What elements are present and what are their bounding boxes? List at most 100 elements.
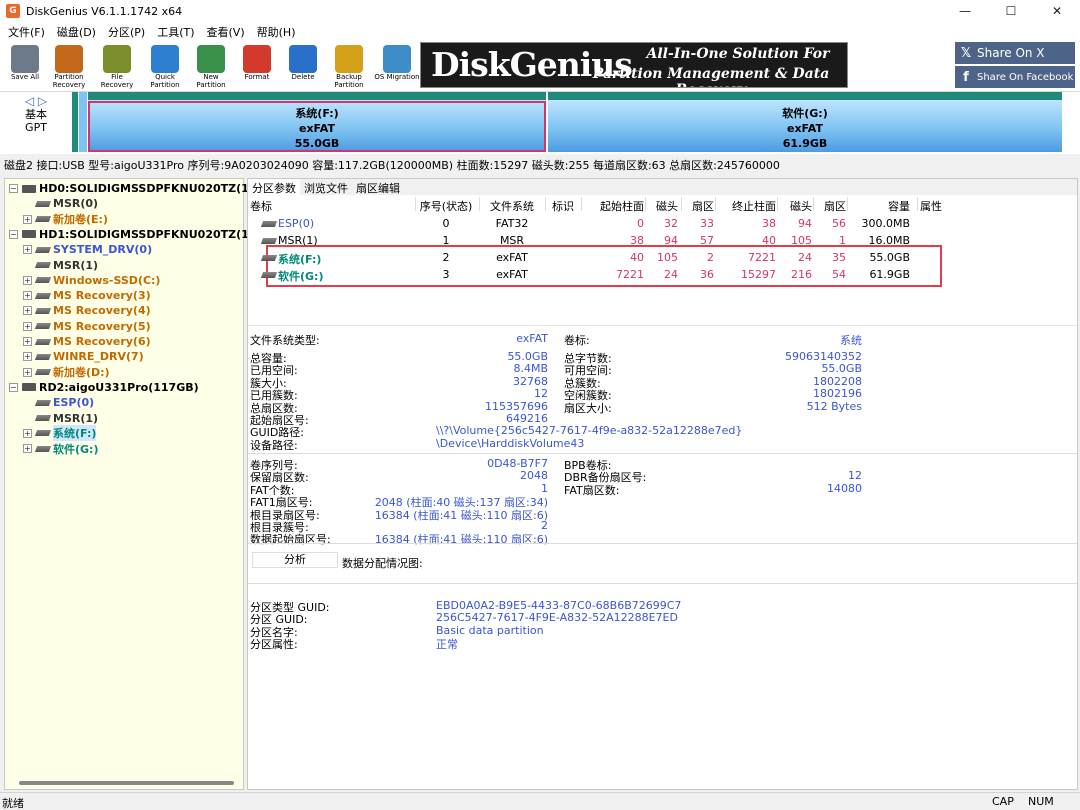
- menu-view[interactable]: 查看(V): [201, 24, 251, 40]
- toolbar-button-delete[interactable]: Delete: [280, 44, 326, 90]
- toolbar-button-backup-partition[interactable]: Backup Partition: [326, 44, 372, 90]
- tree-disk-node[interactable]: − RD2:aigoU331Pro(117GB): [9, 380, 199, 395]
- share-on-facebook-button[interactable]: f Share On Facebook: [955, 66, 1075, 88]
- maximize-button[interactable]: ☐: [988, 0, 1034, 22]
- column-header[interactable]: 属性: [920, 198, 950, 214]
- menu-file[interactable]: 文件(F): [2, 24, 51, 40]
- tree-partition-node[interactable]: MSR(1): [23, 258, 98, 273]
- tree-expand-toggle-icon[interactable]: +: [23, 214, 32, 224]
- tree-partition-node[interactable]: + SYSTEM_DRV(0): [23, 242, 152, 257]
- column-header[interactable]: 扇区: [816, 198, 846, 214]
- tree-partition-node[interactable]: + 系统(F:): [23, 425, 97, 442]
- toolbar-button-os-migration[interactable]: OS Migration: [374, 44, 420, 90]
- column-header[interactable]: 序号(状态): [418, 198, 474, 214]
- tree-partition-node[interactable]: + 软件(G:): [23, 441, 98, 456]
- tree-partition-node[interactable]: + MS Recovery(3): [23, 288, 151, 303]
- column-header[interactable]: 卷标: [250, 198, 272, 214]
- table-cell-fs: FAT32: [495, 217, 529, 230]
- tree-partition-node[interactable]: + MS Recovery(6): [23, 334, 151, 349]
- tree-node-label: MS Recovery(6): [53, 335, 151, 348]
- tree-expand-toggle-icon[interactable]: +: [23, 337, 32, 346]
- tree-partition-node[interactable]: + WINRE_DRV(7): [23, 349, 144, 364]
- tree-expand-toggle-icon[interactable]: +: [23, 321, 32, 331]
- tree-node-label: Windows-SSD(C:): [53, 273, 161, 287]
- tree-disk-node[interactable]: − HD0:SOLIDIGMSSDPFKNU020TZ(1908: [9, 181, 272, 196]
- column-divider: [545, 197, 546, 211]
- tree-horizontal-scrollbar[interactable]: [19, 781, 234, 785]
- table-cell-es: 1: [839, 234, 846, 247]
- table-cell-idx: 2: [442, 251, 450, 264]
- column-header[interactable]: 磁头: [648, 198, 678, 214]
- menu-disk[interactable]: 磁盘(D): [51, 24, 102, 40]
- close-button[interactable]: ✕: [1034, 0, 1080, 22]
- save-icon: [11, 45, 39, 73]
- table-cell-sc: 7221: [616, 268, 644, 281]
- tree-partition-node[interactable]: ESP(0): [23, 395, 94, 410]
- table-cell-name: ESP(0): [278, 217, 315, 230]
- tree-disk-node[interactable]: − HD1:SOLIDIGMSSDPFKNU020TZ(1908: [9, 227, 272, 242]
- tree-expand-toggle-icon[interactable]: +: [23, 275, 32, 285]
- tab-partition-params[interactable]: 分区参数: [248, 179, 300, 195]
- map-partition-g[interactable]: 软件(G:) exFAT 61.9GB: [548, 92, 1062, 152]
- tree-partition-node[interactable]: + MS Recovery(5): [23, 319, 151, 334]
- disk-nav-arrows-icon[interactable]: ◁ ▷: [10, 94, 62, 108]
- partition-icon: [34, 338, 52, 345]
- tree-node-label: ESP(0): [53, 396, 95, 410]
- toolbar-button-new-partition[interactable]: New Partition: [188, 44, 234, 90]
- toolbar-button-partition-recovery[interactable]: Partition Recovery: [46, 44, 92, 90]
- tree-partition-node[interactable]: MSR(1): [23, 411, 98, 426]
- tree-expand-toggle-icon[interactable]: +: [23, 444, 32, 454]
- diskgenius-banner[interactable]: DiskGenius All-In-One Solution For Parti…: [420, 42, 848, 88]
- map-msr-segment[interactable]: [79, 92, 87, 152]
- tree-expand-toggle-icon[interactable]: +: [23, 428, 32, 438]
- toolbar-button-format[interactable]: Format: [234, 44, 280, 90]
- menu-help[interactable]: 帮助(H): [251, 24, 302, 40]
- analyze-button[interactable]: 分析: [252, 552, 338, 568]
- column-header[interactable]: 起始柱面: [584, 198, 644, 214]
- tree-expand-toggle-icon[interactable]: +: [23, 352, 32, 362]
- tree-partition-node[interactable]: + Windows-SSD(C:): [23, 273, 160, 288]
- minimize-button[interactable]: —: [942, 0, 988, 22]
- column-header[interactable]: 容量: [850, 198, 910, 214]
- tree-expand-toggle-icon[interactable]: −: [9, 382, 18, 392]
- table-cell-es: 54: [832, 268, 846, 281]
- menu-tools[interactable]: 工具(T): [151, 24, 200, 40]
- tab-sector-editor[interactable]: 扇区编辑: [352, 179, 404, 195]
- tree-expand-toggle-icon[interactable]: +: [23, 245, 32, 255]
- allocation-map-label: 数据分配情况图:: [342, 557, 423, 570]
- column-header[interactable]: 终止柱面: [718, 198, 776, 214]
- window-title: DiskGenius V6.1.1.1742 x64: [26, 4, 183, 18]
- toolbar-button-save-all[interactable]: Save All: [2, 44, 48, 90]
- detail-value: \Device\HarddiskVolume43: [436, 437, 585, 450]
- column-divider: [415, 197, 416, 211]
- detail-value: \\?\Volume{256c5427-7617-4f9e-a832-52a12…: [436, 424, 743, 437]
- toolbar-button-file-recovery[interactable]: File Recovery: [94, 44, 140, 90]
- tree-partition-node[interactable]: + 新加卷(E:): [23, 212, 108, 227]
- table-cell-ec: 7221: [748, 251, 776, 264]
- format-icon: [243, 45, 271, 73]
- column-header[interactable]: 文件系统: [482, 198, 542, 214]
- toolbar-button-quick-partition[interactable]: Quick Partition: [142, 44, 188, 90]
- tree-expand-toggle-icon[interactable]: +: [23, 291, 32, 301]
- tree-expand-toggle-icon[interactable]: −: [9, 229, 18, 239]
- map-esp-segment[interactable]: [72, 92, 78, 152]
- caps-indicator: CAP: [992, 795, 1014, 808]
- table-cell-ec: 38: [762, 217, 776, 230]
- menu-partition[interactable]: 分区(P): [102, 24, 151, 40]
- tree-expand-toggle-icon[interactable]: −: [9, 184, 18, 193]
- tree-expand-toggle-icon[interactable]: +: [23, 367, 32, 377]
- title-bar: G DiskGenius V6.1.1.1742 x64 — ☐ ✕: [0, 0, 1080, 22]
- tree-partition-node[interactable]: + MS Recovery(4): [23, 303, 151, 318]
- tree-node-label: 新加卷(D:): [53, 366, 110, 380]
- column-header[interactable]: 磁头: [780, 198, 812, 214]
- tab-browse-files[interactable]: 浏览文件: [300, 179, 352, 195]
- column-header[interactable]: 标识: [548, 198, 578, 214]
- tree-partition-node[interactable]: MSR(0): [23, 196, 98, 211]
- partition-icon: [34, 246, 52, 253]
- detail-label: 设备路径:: [250, 439, 298, 452]
- tree-expand-toggle-icon[interactable]: +: [23, 306, 32, 316]
- share-on-x-button[interactable]: 𝕏 Share On X: [955, 42, 1075, 64]
- column-header[interactable]: 扇区: [684, 198, 714, 214]
- table-cell-name: 软件(G:): [278, 270, 324, 283]
- tree-partition-node[interactable]: + 新加卷(D:): [23, 365, 110, 380]
